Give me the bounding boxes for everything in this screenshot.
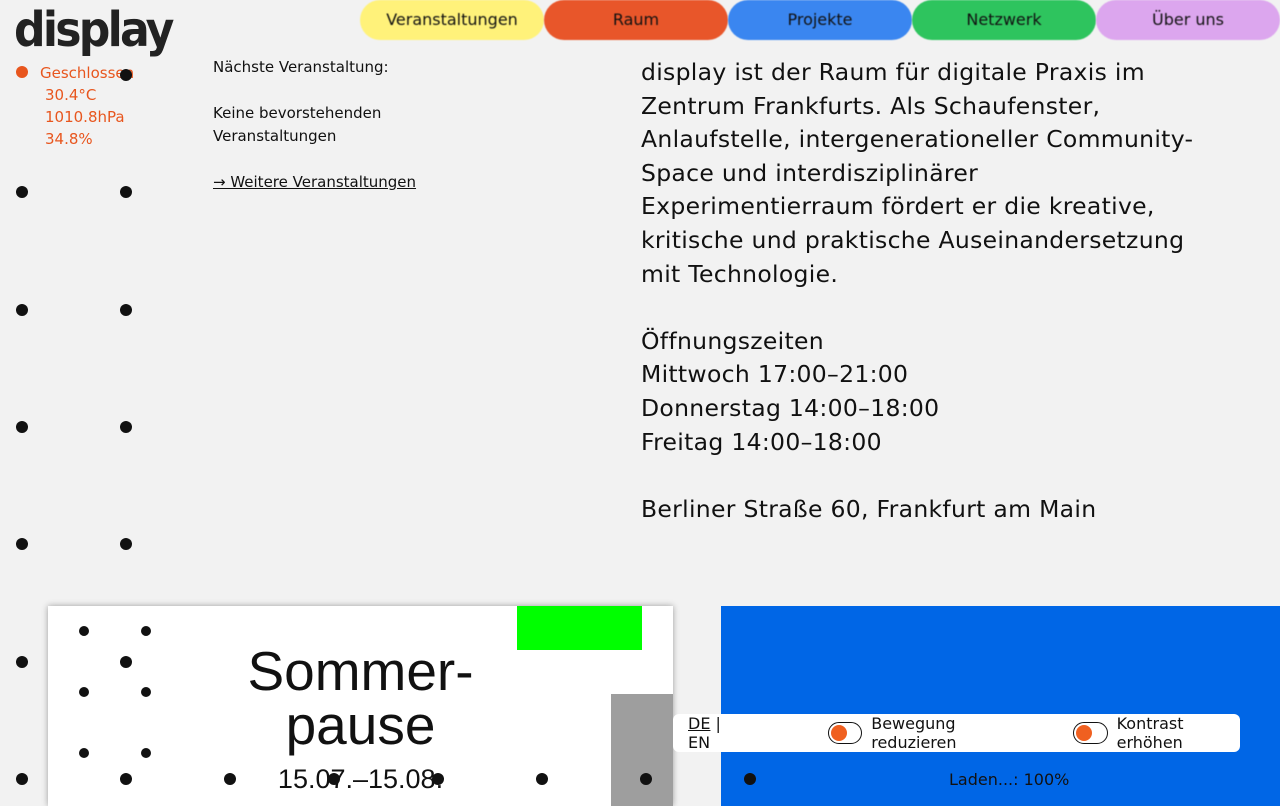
about-section: display ist der Raum für digitale Praxis… xyxy=(641,56,1201,560)
address: Berliner Straße 60, Frankfurt am Main xyxy=(641,494,1097,523)
poster-title: Sommer- pause xyxy=(48,644,673,756)
grid-dot xyxy=(536,773,548,785)
grid-dot xyxy=(120,421,132,433)
grid-dot xyxy=(120,538,132,550)
reduce-motion-setting[interactable]: Bewegung reduzieren xyxy=(828,714,1027,752)
settings-bar: DE | EN Bewegung reduzieren Kontrast erh… xyxy=(673,714,1240,752)
grid-dot xyxy=(432,773,444,785)
grid-dot xyxy=(16,656,28,668)
hours-line: Mittwoch 17:00–21:00 xyxy=(641,360,909,389)
nav-item-projekte[interactable]: Projekte xyxy=(728,0,912,40)
grid-dot xyxy=(744,773,756,785)
nav-item-veranstaltungen[interactable]: Veranstaltungen xyxy=(360,0,544,40)
status-panel: Geschlossen 30.4°C 1010.8hPa 34.8% xyxy=(16,62,134,150)
reduce-motion-label: Bewegung reduzieren xyxy=(871,714,957,752)
about-text: display ist der Raum für digitale Praxis… xyxy=(641,58,1194,288)
grid-dot xyxy=(120,186,132,198)
grid-dot xyxy=(120,656,132,668)
grid-dot xyxy=(16,538,28,550)
loading-indicator: Laden...: 100% xyxy=(949,770,1070,789)
humidity-readout: 34.8% xyxy=(45,130,93,148)
toggle-knob-icon xyxy=(1076,725,1093,741)
grid-dot xyxy=(141,748,151,758)
more-events-link[interactable]: → Weitere Veranstaltungen xyxy=(213,173,416,191)
high-contrast-toggle[interactable] xyxy=(1073,722,1108,744)
opening-hours: Öffnungszeiten Mittwoch 17:00–21:00 Donn… xyxy=(641,325,1201,459)
pressure-readout: 1010.8hPa xyxy=(45,108,125,126)
grid-dot xyxy=(120,69,132,81)
lang-separator: | xyxy=(715,714,721,733)
logo[interactable]: display xyxy=(14,2,174,58)
nav-item-netzwerk[interactable]: Netzwerk xyxy=(912,0,1096,40)
grid-dot xyxy=(224,773,236,785)
status-dot-icon xyxy=(16,66,28,78)
grid-dot xyxy=(79,687,89,697)
next-event-heading: Nächste Veranstaltung: xyxy=(213,58,389,76)
temperature-readout: 30.4°C xyxy=(45,86,97,104)
no-events-text: Keine bevorstehenden Veranstaltungen xyxy=(213,104,382,145)
grid-dot xyxy=(16,421,28,433)
high-contrast-label: Kontrast erhöhen xyxy=(1116,714,1184,752)
grid-dot xyxy=(640,773,652,785)
grid-dot xyxy=(120,773,132,785)
toggle-knob-icon xyxy=(831,725,848,741)
main-nav: Veranstaltungen Raum Projekte Netzwerk Ü… xyxy=(360,0,1280,40)
grid-dot xyxy=(16,773,28,785)
nav-item-raum[interactable]: Raum xyxy=(544,0,728,40)
grid-dot xyxy=(79,748,89,758)
nav-item-ueber-uns[interactable]: Über uns xyxy=(1096,0,1280,40)
grid-dot xyxy=(141,626,151,636)
poster-image[interactable]: Sommer- pause 15.07.–15.08. xyxy=(48,606,673,806)
opening-hours-title: Öffnungszeiten xyxy=(641,326,824,355)
lang-en-link[interactable]: EN xyxy=(688,733,710,752)
hours-line: Donnerstag 14:00–18:00 xyxy=(641,393,940,422)
high-contrast-setting[interactable]: Kontrast erhöhen xyxy=(1073,714,1240,752)
grid-dot xyxy=(120,304,132,316)
grid-dot xyxy=(328,773,340,785)
grid-dot xyxy=(16,304,28,316)
next-event-section: Nächste Veranstaltung: Keine bevorstehen… xyxy=(213,56,473,217)
grid-dot xyxy=(16,186,28,198)
lang-de-link[interactable]: DE xyxy=(688,714,710,733)
hours-line: Freitag 14:00–18:00 xyxy=(641,427,882,456)
poster-title-line: pause xyxy=(285,694,436,756)
language-switcher: DE | EN xyxy=(688,714,742,752)
grid-dot xyxy=(79,626,89,636)
grid-dot xyxy=(141,687,151,697)
poster-dates: 15.07.–15.08. xyxy=(277,764,444,794)
reduce-motion-toggle[interactable] xyxy=(828,722,863,744)
